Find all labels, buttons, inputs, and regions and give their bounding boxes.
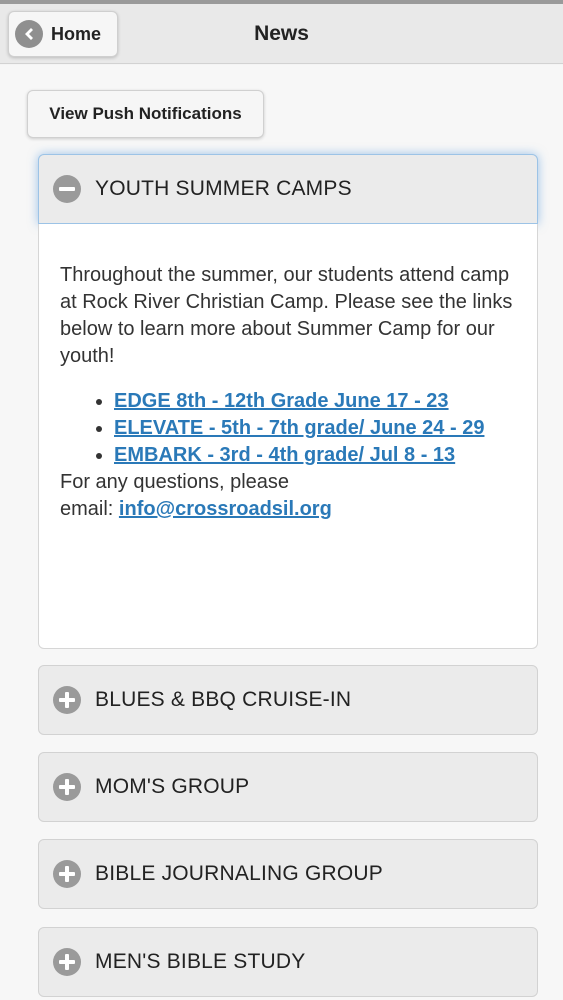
list-item: EMBARK - 3rd - 4th grade/ Jul 8 - 13 (114, 442, 517, 469)
camp-link-embark[interactable]: EMBARK - 3rd - 4th grade/ Jul 8 - 13 (114, 444, 455, 466)
view-push-notifications-button[interactable]: View Push Notifications (27, 90, 264, 138)
section-header-blues-bbq[interactable]: BLUES & BBQ CRUISE-IN (38, 665, 538, 735)
section-mens-bible-study: MEN'S BIBLE STUDY (38, 927, 538, 997)
section-header-mens-bible-study[interactable]: MEN'S BIBLE STUDY (38, 927, 538, 997)
section-body-youth-summer-camps: Throughout the summer, our students atte… (38, 224, 538, 649)
chevron-left-icon (15, 20, 43, 48)
list-item: EDGE 8th - 12th Grade June 17 - 23 (114, 388, 517, 415)
section-bible-journaling-group: BIBLE JOURNALING GROUP (38, 839, 538, 909)
section-title: BIBLE JOURNALING GROUP (95, 862, 383, 885)
section-header-youth-summer-camps[interactable]: YOUTH SUMMER CAMPS (38, 154, 538, 224)
list-item: ELEVATE - 5th - 7th grade/ June 24 - 29 (114, 415, 517, 442)
plus-circle-icon (53, 686, 81, 714)
section-title: MOM'S GROUP (95, 775, 250, 798)
camp-links-list: EDGE 8th - 12th Grade June 17 - 23 ELEVA… (60, 388, 517, 469)
home-button-label: Home (51, 23, 102, 44)
plus-circle-icon (53, 773, 81, 801)
minus-circle-icon (53, 175, 81, 203)
home-button[interactable]: Home (8, 11, 118, 57)
camp-link-elevate[interactable]: ELEVATE - 5th - 7th grade/ June 24 - 29 (114, 417, 484, 439)
contact-prefix-line1: For any questions, please (60, 471, 290, 493)
email-link[interactable]: info@crossroadsil.org (119, 498, 332, 520)
news-content: View Push Notifications YOUTH SUMMER CAM… (0, 65, 563, 1000)
contact-text: For any questions, please email: info@cr… (60, 469, 517, 523)
section-header-moms-group[interactable]: MOM'S GROUP (38, 752, 538, 822)
section-intro-text: Throughout the summer, our students atte… (60, 264, 513, 367)
section-moms-group: MOM'S GROUP (38, 752, 538, 822)
section-title: YOUTH SUMMER CAMPS (95, 177, 352, 200)
section-title: MEN'S BIBLE STUDY (95, 950, 306, 973)
section-title: BLUES & BBQ CRUISE-IN (95, 688, 352, 711)
camp-link-edge[interactable]: EDGE 8th - 12th Grade June 17 - 23 (114, 390, 449, 412)
app-header: Home (0, 4, 563, 64)
section-header-bible-journaling[interactable]: BIBLE JOURNALING GROUP (38, 839, 538, 909)
contact-prefix-line2: email: (60, 498, 114, 520)
plus-circle-icon (53, 860, 81, 888)
plus-circle-icon (53, 948, 81, 976)
section-blues-bbq-cruise-in: BLUES & BBQ CRUISE-IN (38, 665, 538, 735)
section-youth-summer-camps: YOUTH SUMMER CAMPS Throughout the summer… (38, 154, 538, 649)
